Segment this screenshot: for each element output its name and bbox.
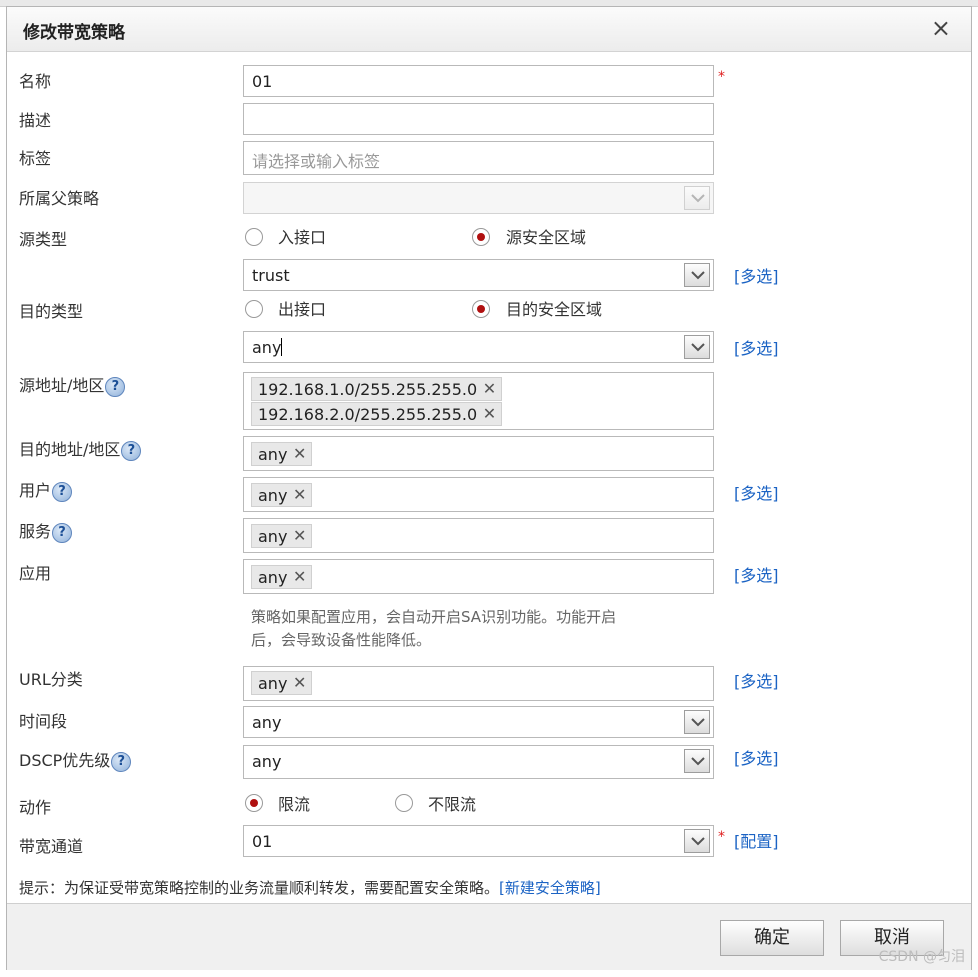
time-range-select[interactable]: any xyxy=(243,706,714,738)
radio-no-limit-label[interactable]: 不限流 xyxy=(428,791,476,815)
source-address-label: 源地址/地区? xyxy=(19,372,126,397)
close-icon[interactable]: × xyxy=(931,15,951,41)
tags-placeholder: 请选择或输入标签 xyxy=(252,152,381,171)
radio-source-zone[interactable] xyxy=(472,228,490,246)
radio-output-interface[interactable] xyxy=(245,300,263,318)
close-icon[interactable]: ✕ xyxy=(293,526,306,545)
radio-dest-zone-label[interactable]: 目的安全区域 xyxy=(506,296,602,320)
source-address-input[interactable]: 192.168.1.0/255.255.255.0 ✕ 192.168.2.0/2… xyxy=(243,372,714,430)
name-label: 名称 xyxy=(19,72,52,91)
close-icon[interactable]: ✕ xyxy=(483,379,496,398)
help-icon[interactable]: ? xyxy=(52,522,73,543)
user-tag: any ✕ xyxy=(251,483,313,507)
name-input[interactable]: 01 xyxy=(243,65,714,97)
address-tag: 192.168.1.0/255.255.255.0 ✕ xyxy=(251,377,503,401)
radio-output-interface-label[interactable]: 出接口 xyxy=(278,296,326,320)
dest-type-label: 目的类型 xyxy=(19,302,84,321)
chevron-down-icon[interactable] xyxy=(684,335,710,359)
application-input[interactable]: any ✕ xyxy=(243,559,714,594)
url-category-tag: any ✕ xyxy=(251,671,313,695)
close-icon[interactable]: ✕ xyxy=(293,673,306,692)
description-input[interactable] xyxy=(243,103,714,135)
application-multi-link[interactable]: [多选] xyxy=(734,562,779,586)
service-label: 服务? xyxy=(19,518,73,543)
close-icon[interactable]: ✕ xyxy=(483,404,496,423)
watermark: CSDN @匀泪 xyxy=(878,949,965,965)
help-icon[interactable]: ? xyxy=(111,751,132,772)
required-mark: * xyxy=(718,829,725,845)
bandwidth-channel-select[interactable]: 01 xyxy=(243,825,714,857)
dialog-title: 修改带宽策略 xyxy=(23,23,125,43)
source-zone-select[interactable]: trust xyxy=(243,259,714,291)
radio-no-limit[interactable] xyxy=(395,794,413,812)
name-value: 01 xyxy=(252,72,273,91)
service-tag: any ✕ xyxy=(251,524,313,548)
radio-dest-zone[interactable] xyxy=(472,300,490,318)
address-tag: any ✕ xyxy=(251,442,313,466)
chevron-down-icon xyxy=(684,186,710,210)
time-range-label: 时间段 xyxy=(19,712,68,731)
description-label: 描述 xyxy=(19,111,52,130)
help-icon[interactable]: ? xyxy=(52,481,73,502)
chevron-down-icon[interactable] xyxy=(684,749,710,773)
help-icon[interactable]: ? xyxy=(121,440,142,461)
required-mark: * xyxy=(718,69,725,85)
close-icon[interactable]: ✕ xyxy=(293,485,306,504)
hint-text: 提示：为保证受带宽策略控制的业务流量顺利转发，需要配置安全策略。[新建安全策略] xyxy=(19,879,601,897)
user-input[interactable]: any ✕ xyxy=(243,477,714,512)
url-category-multi-link[interactable]: [多选] xyxy=(734,668,779,692)
source-type-label: 源类型 xyxy=(19,230,68,249)
radio-input-interface-label[interactable]: 入接口 xyxy=(278,224,326,248)
edit-bandwidth-policy-dialog: 修改带宽策略 × 名称 01 * 描述 标签 请选择或输入标签 所属父策略 源类… xyxy=(6,6,972,970)
source-zone-multi-link[interactable]: [多选] xyxy=(734,263,779,287)
bandwidth-channel-value: 01 xyxy=(252,832,273,851)
dscp-value: any xyxy=(252,752,282,771)
radio-input-interface[interactable] xyxy=(245,228,263,246)
application-note-line1: 策略如果配置应用，会自动开启SA识别功能。功能开启 xyxy=(251,608,617,626)
application-label: 应用 xyxy=(19,564,52,583)
form-body: 名称 01 * 描述 标签 请选择或输入标签 所属父策略 源类型 入接口 源安全… xyxy=(7,52,971,902)
help-icon[interactable]: ? xyxy=(105,376,126,397)
tags-label: 标签 xyxy=(19,149,52,168)
parent-policy-label: 所属父策略 xyxy=(19,189,100,208)
dest-address-label: 目的地址/地区? xyxy=(19,436,142,461)
address-tag: 192.168.2.0/255.255.255.0 ✕ xyxy=(251,402,503,426)
dest-zone-select[interactable]: any xyxy=(243,331,714,363)
application-tag: any ✕ xyxy=(251,565,313,589)
source-zone-value: trust xyxy=(252,266,290,285)
application-note-line2: 后，会导致设备性能降低。 xyxy=(251,631,432,649)
application-note: 策略如果配置应用，会自动开启SA识别功能。功能开启 后，会导致设备性能降低。 xyxy=(251,606,701,652)
dialog-footer: 确定 取消 CSDN @匀泪 xyxy=(7,903,971,970)
chevron-down-icon[interactable] xyxy=(684,263,710,287)
new-security-policy-link[interactable]: [新建安全策略] xyxy=(499,879,601,897)
close-icon[interactable]: ✕ xyxy=(293,567,306,586)
radio-rate-limit-label[interactable]: 限流 xyxy=(278,791,310,815)
dscp-multi-link[interactable]: [多选] xyxy=(734,745,779,769)
tags-input[interactable]: 请选择或输入标签 xyxy=(243,141,714,175)
dscp-label: DSCP优先级? xyxy=(19,747,132,772)
service-input[interactable]: any ✕ xyxy=(243,518,714,553)
bandwidth-channel-label: 带宽通道 xyxy=(19,837,84,856)
url-category-label: URL分类 xyxy=(19,670,83,689)
time-range-value: any xyxy=(252,713,282,732)
url-category-input[interactable]: any ✕ xyxy=(243,666,714,701)
user-multi-link[interactable]: [多选] xyxy=(734,480,779,504)
bandwidth-channel-config-link[interactable]: [配置] xyxy=(734,828,779,852)
chevron-down-icon[interactable] xyxy=(684,829,710,853)
dest-zone-value: any xyxy=(252,338,283,357)
dialog-titlebar: 修改带宽策略 × xyxy=(7,7,971,52)
chevron-down-icon[interactable] xyxy=(684,710,710,734)
user-label: 用户? xyxy=(19,477,73,502)
dscp-select[interactable]: any xyxy=(243,745,714,779)
action-label: 动作 xyxy=(19,798,52,817)
ok-button[interactable]: 确定 xyxy=(720,920,824,956)
parent-policy-select xyxy=(243,182,714,214)
dest-address-input[interactable]: any ✕ xyxy=(243,436,714,471)
radio-rate-limit[interactable] xyxy=(245,794,263,812)
radio-source-zone-label[interactable]: 源安全区域 xyxy=(506,224,586,248)
close-icon[interactable]: ✕ xyxy=(293,444,306,463)
dest-zone-multi-link[interactable]: [多选] xyxy=(734,335,779,359)
